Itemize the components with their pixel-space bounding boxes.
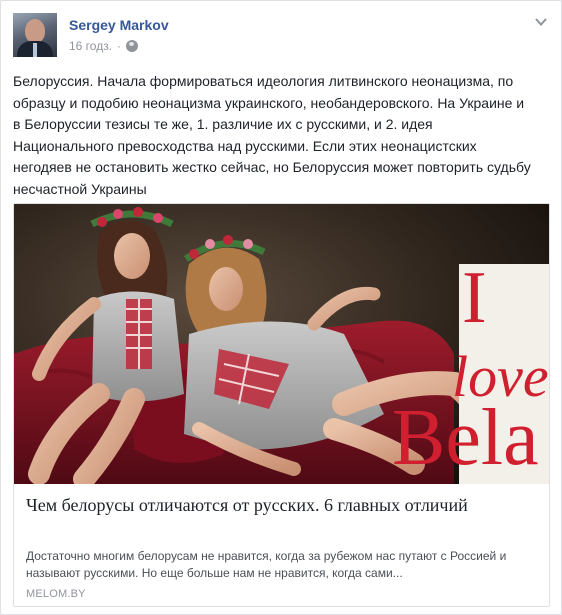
avatar-tie	[33, 43, 37, 57]
author-name[interactable]: Sergey Markov	[69, 17, 169, 33]
globe-icon[interactable]	[126, 40, 139, 52]
logo-word-bela: Bela	[392, 394, 539, 482]
logo-letter-i: I	[462, 257, 487, 339]
post-meta: 16 годз. ·	[69, 39, 139, 53]
chevron-down-icon[interactable]	[533, 15, 549, 31]
link-description: Достаточно многим белорусам не нравится,…	[26, 549, 507, 580]
link-attachment[interactable]: I love Bela Чем белорусы отличаются от р…	[13, 203, 550, 607]
feed-post: Sergey Markov 16 годз. · Белоруссия. Нач…	[0, 0, 562, 615]
meta-separator: ·	[117, 39, 122, 53]
post-header: Sergey Markov 16 годз. ·	[13, 13, 549, 61]
link-title[interactable]: Чем белорусы отличаются от русских. 6 гл…	[26, 494, 536, 517]
post-text: Белоруссия. Начала формироваться идеолог…	[13, 73, 531, 197]
avatar[interactable]	[13, 13, 57, 57]
link-caption: Чем белорусы отличаются от русских. 6 гл…	[14, 484, 549, 606]
post-timestamp[interactable]: 16 годз.	[69, 39, 112, 53]
link-image[interactable]: I love Bela	[14, 204, 549, 484]
avatar-face	[25, 19, 45, 43]
link-domain: MELOM.BY	[26, 588, 86, 600]
